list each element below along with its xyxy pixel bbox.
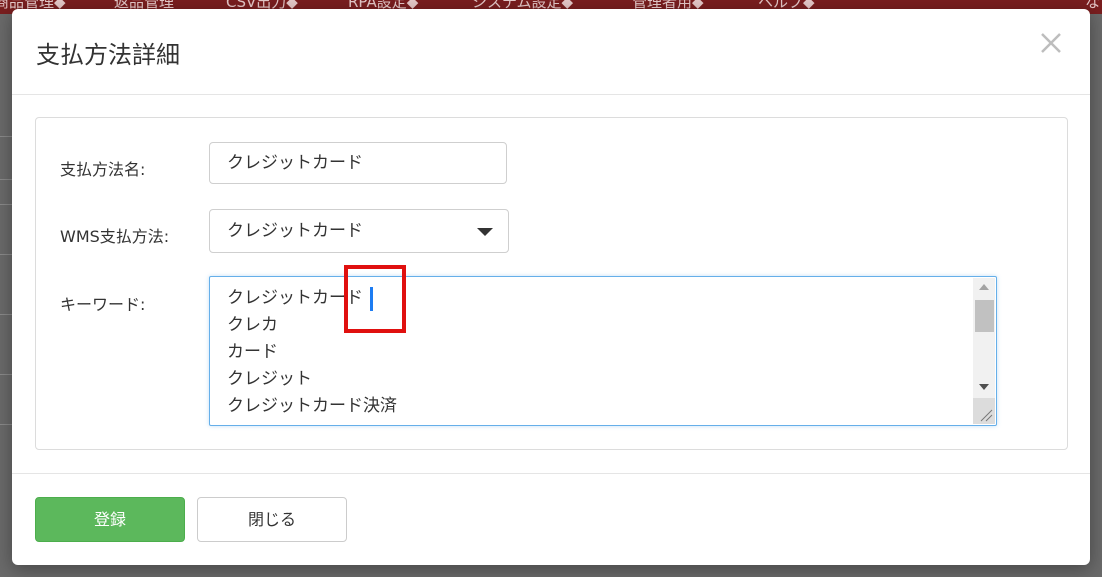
keyword-line: クレジット xyxy=(227,369,312,389)
keyword-line: クレジットカード xyxy=(227,288,363,308)
close-button[interactable]: 閉じる xyxy=(197,497,347,542)
modal-title: 支払方法詳細 xyxy=(36,41,180,69)
payment-name-label: 支払方法名: xyxy=(60,160,146,179)
bg-row-divider xyxy=(0,179,12,180)
bg-row-divider xyxy=(0,424,12,425)
wms-payment-selected-value: クレジットカード xyxy=(227,221,363,241)
keyword-textarea[interactable]: クレジットカード クレカ カード クレジット クレジットカード決済 xyxy=(209,276,997,426)
close-icon[interactable] xyxy=(1038,30,1064,56)
scrollbar-thumb[interactable] xyxy=(975,300,994,332)
bg-row-divider xyxy=(0,314,12,315)
bg-row-divider xyxy=(0,136,12,137)
chevron-down-icon xyxy=(477,228,493,236)
bg-row-divider xyxy=(0,204,12,205)
keyword-line: クレカ xyxy=(227,315,278,335)
resize-grip-icon[interactable] xyxy=(973,398,995,424)
payment-method-detail-modal: 支払方法詳細 支払方法名: クレジットカード WMS支払方法: クレジットカード… xyxy=(12,9,1090,565)
keyword-line: クレジットカード決済 xyxy=(227,396,397,416)
bg-row-divider xyxy=(0,254,12,255)
scroll-up-icon[interactable] xyxy=(973,278,995,296)
modal-footer: 登録 閉じる xyxy=(12,473,1090,566)
bg-row-divider xyxy=(0,374,12,375)
wms-payment-select[interactable]: クレジットカード xyxy=(209,209,509,253)
text-caret xyxy=(370,287,373,311)
keyword-line: カード xyxy=(227,342,278,362)
scroll-down-icon[interactable] xyxy=(973,378,995,396)
modal-header: 支払方法詳細 xyxy=(12,9,1090,95)
form-panel: 支払方法名: クレジットカード WMS支払方法: クレジットカード キーワード:… xyxy=(35,117,1068,450)
wms-payment-label: WMS支払方法: xyxy=(60,227,170,246)
keyword-label: キーワード: xyxy=(60,295,146,314)
payment-name-input[interactable]: クレジットカード xyxy=(209,142,507,184)
register-button[interactable]: 登録 xyxy=(35,497,185,542)
